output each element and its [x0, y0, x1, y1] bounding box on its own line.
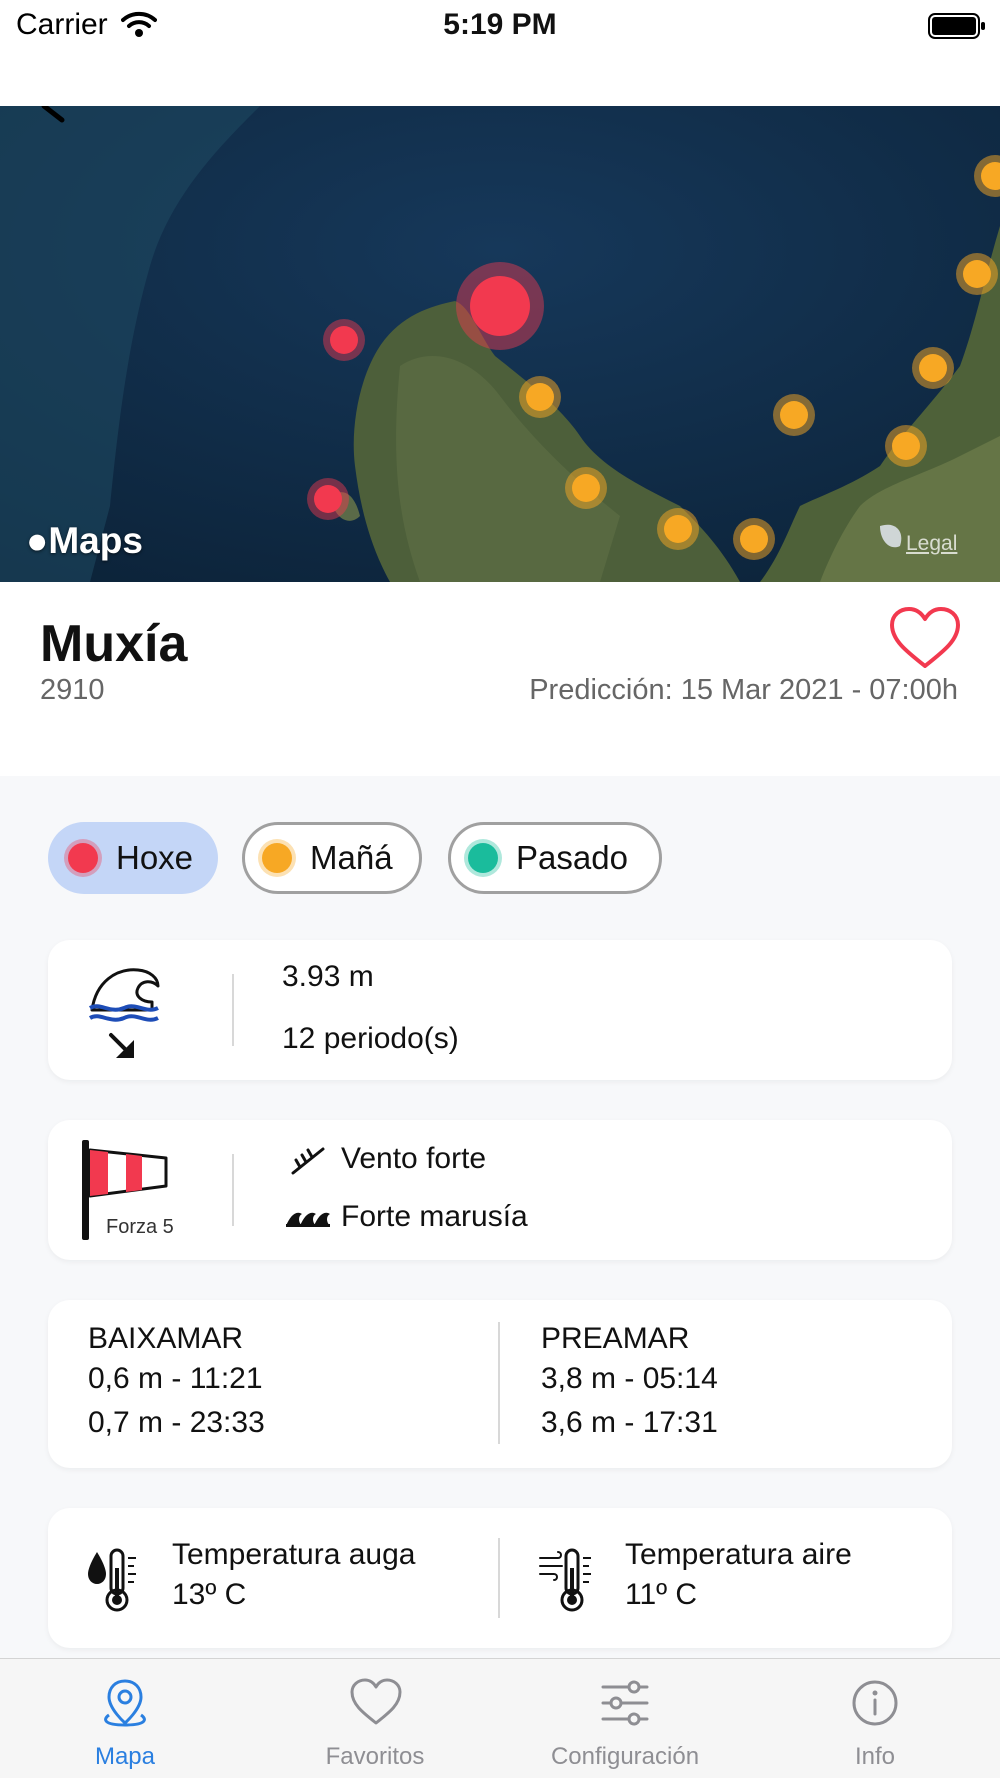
location-title: Muxía [40, 615, 188, 673]
low-tide-1: 0,6 m - 11:21 [88, 1362, 263, 1395]
day-chip-label: Hoxe [116, 839, 194, 876]
air-thermometer-icon [538, 1548, 602, 1617]
app-screen: Carrier 5:19 PM ●Maps Legal Muxía 2910 P… [0, 0, 1000, 1778]
low-tide-title: BAIXAMAR [88, 1322, 244, 1355]
wave-period: 12 periodo(s) [282, 1022, 459, 1055]
high-tide-title: PREAMAR [541, 1322, 690, 1355]
water-temp-label: Temperatura auga [172, 1538, 416, 1571]
apple-logo-icon: ● [26, 520, 49, 561]
divider [498, 1322, 500, 1444]
info-icon [849, 1677, 901, 1734]
divider [232, 1154, 234, 1226]
wind-force-label: Forza 5 [106, 1216, 174, 1238]
wave-icon [86, 962, 162, 1031]
sliders-icon [599, 1677, 651, 1734]
day-chip-hoxe[interactable]: Hoxe [48, 822, 218, 894]
day-color-dot [68, 843, 98, 873]
location-header: Muxía 2910 Predicción: 15 Mar 2021 - 07:… [0, 582, 1000, 776]
tab-label: Configuración [550, 1743, 700, 1770]
status-time: 5:19 PM [443, 8, 557, 41]
high-tide-1: 3,8 m - 05:14 [541, 1362, 718, 1395]
tab-configuracion[interactable]: Configuración [500, 1659, 750, 1778]
tab-label: Info [854, 1743, 896, 1770]
divider [498, 1538, 500, 1618]
maps-logo: ●Maps [26, 520, 143, 561]
tab-info[interactable]: Info [750, 1659, 1000, 1778]
day-chip-mana[interactable]: Mañá [242, 822, 422, 894]
status-bar: Carrier 5:19 PM [0, 0, 1000, 106]
day-color-dot [468, 843, 498, 873]
tab-mapa[interactable]: Mapa [0, 1659, 250, 1778]
location-code: 2910 [40, 674, 105, 706]
water-temp-value: 13º C [172, 1578, 247, 1611]
temperature-card: Temperatura auga 13º C Temperatura aire … [48, 1508, 952, 1648]
battery-icon [928, 12, 988, 45]
air-temp-label: Temperatura aire [625, 1538, 852, 1571]
rough-sea-icon [284, 1206, 334, 1233]
tab-label: Favoritos [325, 1743, 425, 1770]
divider [232, 974, 234, 1046]
wave-height: 3.93 m [282, 960, 374, 993]
map-view[interactable]: ●Maps Legal [0, 106, 1000, 582]
favorite-heart-icon[interactable] [888, 606, 962, 675]
arrow-down-right-icon [108, 1032, 138, 1067]
heart-icon [349, 1677, 403, 1734]
wind-gust-icon [290, 1146, 326, 1181]
tab-label: Mapa [94, 1743, 156, 1770]
day-chip-pasado[interactable]: Pasado [448, 822, 662, 894]
tides-card: BAIXAMAR 0,6 m - 11:21 0,7 m - 23:33 PRE… [48, 1300, 952, 1468]
day-chip-label: Pasado [516, 839, 628, 876]
legal-link[interactable]: Legal [906, 532, 957, 556]
prediction-date: Predicción: 15 Mar 2021 - 07:00h [529, 674, 958, 706]
high-tide-2: 3,6 m - 17:31 [541, 1406, 718, 1439]
satellite-map [0, 106, 1000, 582]
wind-card: Forza 5 Vento forte Forte marusía [48, 1120, 952, 1260]
tab-favoritos[interactable]: Favoritos [250, 1659, 500, 1778]
wind-description: Vento forte [341, 1142, 487, 1175]
water-thermometer-icon [86, 1548, 146, 1617]
sea-description: Forte marusía [341, 1200, 528, 1233]
tab-bar: Mapa Favoritos Configuración Info [0, 1658, 1000, 1778]
day-chip-label: Mañá [310, 839, 393, 876]
day-color-dot [262, 843, 292, 873]
map-pin-icon [99, 1677, 151, 1734]
waves-card: 3.93 m 12 periodo(s) [48, 940, 952, 1080]
low-tide-2: 0,7 m - 23:33 [88, 1406, 265, 1439]
air-temp-value: 11º C [625, 1578, 698, 1611]
